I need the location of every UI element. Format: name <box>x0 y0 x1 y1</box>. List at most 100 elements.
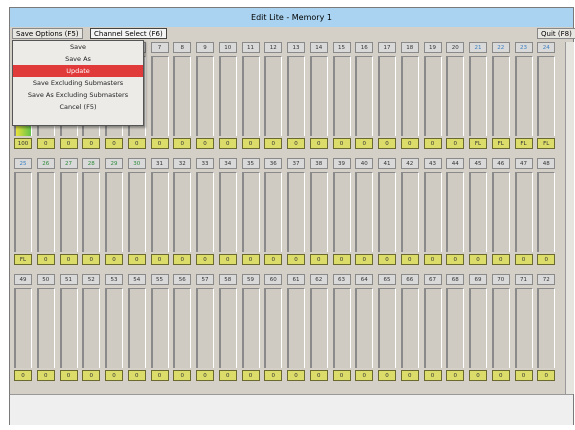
channel-value[interactable]: 0 <box>287 370 305 381</box>
dropdown-item[interactable]: Save As Excluding Submasters <box>13 89 143 101</box>
channel-value[interactable]: 0 <box>355 138 374 149</box>
quit-menu[interactable]: Quit (F8) <box>537 28 575 39</box>
channel-fader[interactable] <box>196 172 214 252</box>
channel-fader[interactable] <box>241 288 260 368</box>
channel-fader[interactable] <box>514 56 533 136</box>
channel-fader[interactable] <box>423 172 442 252</box>
channel-value[interactable]: FL <box>537 138 556 149</box>
channel-value[interactable]: 0 <box>355 370 374 381</box>
channel-value[interactable]: 0 <box>218 254 237 265</box>
channel-number[interactable]: 72 <box>537 274 556 285</box>
channel-number[interactable]: 36 <box>264 158 283 169</box>
channel-number[interactable]: 9 <box>196 42 214 53</box>
channel-number[interactable]: 10 <box>218 42 237 53</box>
channel-number[interactable]: 55 <box>150 274 169 285</box>
channel-value[interactable]: 0 <box>423 370 442 381</box>
channel-fader[interactable] <box>309 56 328 136</box>
channel-number[interactable]: 43 <box>423 158 442 169</box>
channel-value[interactable]: 0 <box>309 254 328 265</box>
channel-value[interactable]: 0 <box>127 254 146 265</box>
channel-number[interactable]: 7 <box>150 42 169 53</box>
channel-number[interactable]: 65 <box>378 274 396 285</box>
channel-fader[interactable] <box>264 172 283 252</box>
channel-number[interactable]: 14 <box>309 42 328 53</box>
channel-fader[interactable] <box>491 56 510 136</box>
channel-number[interactable]: 20 <box>446 42 465 53</box>
channel-value[interactable]: 0 <box>355 254 374 265</box>
channel-value[interactable]: 0 <box>264 138 283 149</box>
channel-fader[interactable] <box>469 56 487 136</box>
channel-number[interactable]: 23 <box>514 42 533 53</box>
channel-value[interactable]: 0 <box>82 254 101 265</box>
channel-number[interactable]: 49 <box>14 274 32 285</box>
channel-fader[interactable] <box>423 56 442 136</box>
channel-fader[interactable] <box>173 288 192 368</box>
channel-fader[interactable] <box>150 288 169 368</box>
channel-value[interactable]: 0 <box>446 254 465 265</box>
channel-value[interactable]: 0 <box>469 254 487 265</box>
channel-number[interactable]: 32 <box>173 158 192 169</box>
channel-fader[interactable] <box>537 172 556 252</box>
channel-number[interactable]: 28 <box>82 158 101 169</box>
channel-value[interactable]: 0 <box>287 254 305 265</box>
dropdown-item[interactable]: Save Excluding Submasters <box>13 77 143 89</box>
channel-value[interactable]: 0 <box>469 370 487 381</box>
channel-number[interactable]: 50 <box>36 274 55 285</box>
channel-value[interactable]: 0 <box>378 370 396 381</box>
channel-fader[interactable] <box>287 172 305 252</box>
channel-value[interactable]: 0 <box>150 370 169 381</box>
channel-number[interactable]: 18 <box>400 42 419 53</box>
channel-value[interactable]: FL <box>491 138 510 149</box>
channel-value[interactable]: 0 <box>59 138 78 149</box>
vertical-scrollbar[interactable] <box>565 42 574 394</box>
channel-number[interactable]: 67 <box>423 274 442 285</box>
channel-value[interactable]: 0 <box>309 138 328 149</box>
channel-fader[interactable] <box>514 172 533 252</box>
channel-fader[interactable] <box>537 56 556 136</box>
channel-fader[interactable] <box>400 288 419 368</box>
channel-value[interactable]: 0 <box>36 138 55 149</box>
channel-number[interactable]: 52 <box>82 274 101 285</box>
channel-fader[interactable] <box>400 56 419 136</box>
channel-value[interactable]: 0 <box>378 138 396 149</box>
channel-value[interactable]: 0 <box>14 370 32 381</box>
channel-number[interactable]: 22 <box>491 42 510 53</box>
channel-fader[interactable] <box>173 172 192 252</box>
channel-fader[interactable] <box>196 288 214 368</box>
channel-fader[interactable] <box>309 288 328 368</box>
channel-fader[interactable] <box>218 288 237 368</box>
channel-fader[interactable] <box>355 172 374 252</box>
channel-number[interactable]: 16 <box>355 42 374 53</box>
channel-value[interactable]: 0 <box>196 138 214 149</box>
channel-value[interactable]: 0 <box>537 370 556 381</box>
channel-value[interactable]: 0 <box>446 138 465 149</box>
channel-number[interactable]: 68 <box>446 274 465 285</box>
channel-number[interactable]: 37 <box>287 158 305 169</box>
channel-fader[interactable] <box>36 172 55 252</box>
channel-number[interactable]: 38 <box>309 158 328 169</box>
channel-number[interactable]: 33 <box>196 158 214 169</box>
channel-fader[interactable] <box>150 172 169 252</box>
channel-value[interactable]: FL <box>14 254 32 265</box>
channel-fader[interactable] <box>423 288 442 368</box>
channel-number[interactable]: 42 <box>400 158 419 169</box>
channel-number[interactable]: 34 <box>218 158 237 169</box>
channel-fader[interactable] <box>14 288 32 368</box>
channel-number[interactable]: 63 <box>332 274 351 285</box>
channel-value[interactable]: 0 <box>423 254 442 265</box>
channel-value[interactable]: 0 <box>332 370 351 381</box>
channel-fader[interactable] <box>469 288 487 368</box>
channel-fader[interactable] <box>82 172 101 252</box>
channel-fader[interactable] <box>537 288 556 368</box>
channel-number[interactable]: 40 <box>355 158 374 169</box>
channel-value[interactable]: 100 <box>14 138 32 149</box>
channel-fader[interactable] <box>400 172 419 252</box>
channel-fader[interactable] <box>332 172 351 252</box>
channel-number[interactable]: 47 <box>514 158 533 169</box>
channel-number[interactable]: 35 <box>241 158 260 169</box>
channel-value[interactable]: 0 <box>514 254 533 265</box>
channel-fader[interactable] <box>355 56 374 136</box>
dropdown-item[interactable]: Save As <box>13 53 143 65</box>
channel-fader[interactable] <box>264 288 283 368</box>
channel-number[interactable]: 62 <box>309 274 328 285</box>
